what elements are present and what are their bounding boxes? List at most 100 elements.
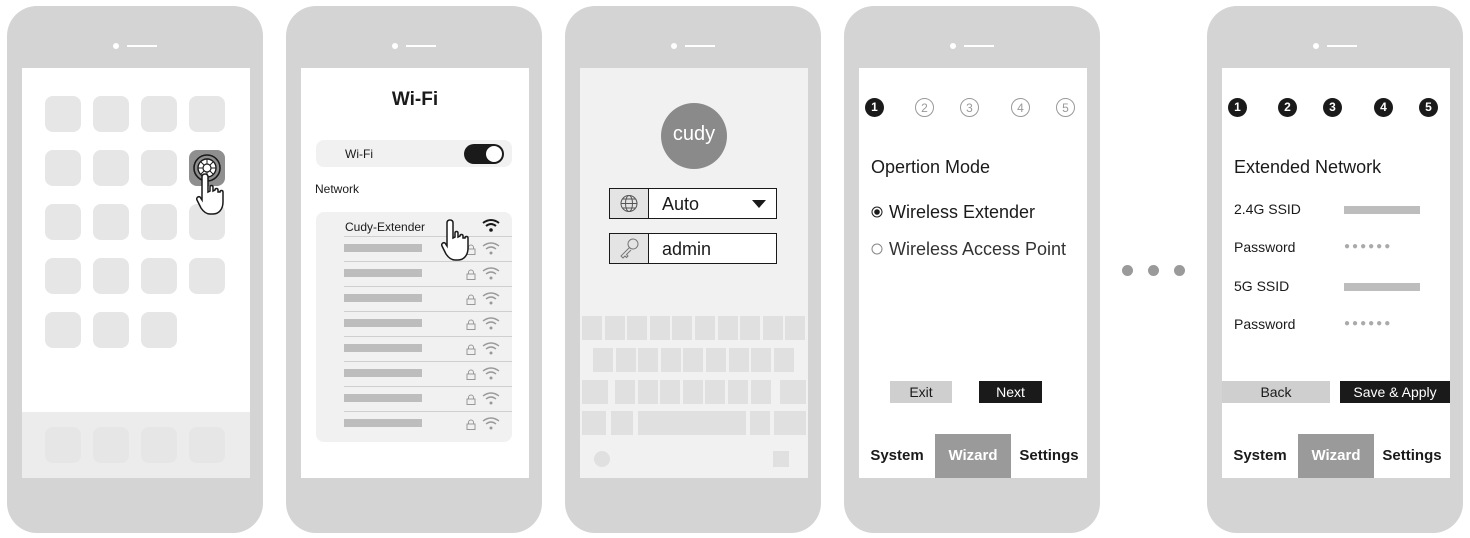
keyboard-key[interactable] xyxy=(780,380,806,404)
keyboard-key[interactable] xyxy=(637,380,658,404)
keyboard-key[interactable] xyxy=(593,348,613,372)
keyboard-key[interactable] xyxy=(638,411,746,435)
network-name-placeholder[interactable] xyxy=(344,344,422,352)
option-wireless-extender[interactable]: Wireless Extender xyxy=(871,202,1035,223)
app-icon[interactable] xyxy=(45,258,81,294)
keyboard-key[interactable] xyxy=(582,316,602,340)
keyboard-key[interactable] xyxy=(638,348,659,372)
password-label: Password xyxy=(1234,316,1296,332)
app-icon[interactable] xyxy=(141,150,177,186)
app-icon[interactable] xyxy=(45,204,81,240)
keyboard-key[interactable] xyxy=(615,348,636,372)
keyboard-key[interactable] xyxy=(740,316,761,340)
app-icon[interactable] xyxy=(45,150,81,186)
keyboard-key[interactable] xyxy=(582,380,608,404)
keyboard-key[interactable] xyxy=(582,411,606,435)
tab-settings[interactable]: Settings xyxy=(1374,434,1450,478)
ellipsis-dot xyxy=(1174,265,1185,276)
keyboard-key[interactable] xyxy=(706,348,726,372)
keyboard-key[interactable] xyxy=(717,316,738,340)
network-name-placeholder[interactable] xyxy=(344,294,422,302)
wifi-signal-icon xyxy=(482,416,500,430)
dock-app-icon[interactable] xyxy=(141,427,177,463)
password-input[interactable]: ●●●●●● xyxy=(1344,318,1392,329)
keyboard-key[interactable] xyxy=(649,316,670,340)
network-list: Cudy-Extender xyxy=(316,212,512,442)
app-icon[interactable] xyxy=(93,150,129,186)
tab-wizard[interactable]: Wizard xyxy=(1298,434,1374,478)
network-name-placeholder[interactable] xyxy=(344,269,422,277)
keyboard-key[interactable] xyxy=(751,348,772,372)
wifi-signal-icon xyxy=(482,391,500,405)
tab-settings[interactable]: Settings xyxy=(1011,434,1087,478)
password-field[interactable]: admin xyxy=(609,233,777,264)
tab-system[interactable]: System xyxy=(1222,434,1298,478)
app-icon[interactable] xyxy=(141,96,177,132)
keyboard-key[interactable] xyxy=(785,316,806,340)
bottom-tabs: System Wizard Settings xyxy=(1222,434,1450,478)
keyboard-key[interactable] xyxy=(762,316,783,340)
ssid-24g-input[interactable] xyxy=(1344,206,1420,214)
keyboard-key[interactable] xyxy=(615,380,635,404)
dock-app-icon[interactable] xyxy=(189,427,225,463)
keyboard-globe-key[interactable] xyxy=(594,451,610,467)
ssid-5g-input[interactable] xyxy=(1344,283,1420,291)
next-button[interactable]: Next xyxy=(979,381,1042,403)
radio-unselected-icon[interactable] xyxy=(871,243,883,255)
back-button[interactable]: Back xyxy=(1222,381,1330,403)
keyboard-key[interactable] xyxy=(773,348,794,372)
app-icon[interactable] xyxy=(141,312,177,348)
keyboard-key[interactable] xyxy=(705,380,726,404)
wifi-toggle-switch[interactable] xyxy=(464,144,504,164)
keyboard-key[interactable] xyxy=(728,380,748,404)
network-name-placeholder[interactable] xyxy=(344,419,422,427)
keyboard-key[interactable] xyxy=(660,380,681,404)
phone-wizard-step5: 1 2 3 4 5 Extended Network 2.4G SSID Pas… xyxy=(1207,6,1463,533)
password-input[interactable]: ●●●●●● xyxy=(1344,241,1392,252)
lock-icon xyxy=(466,392,476,405)
keyboard-key[interactable] xyxy=(682,380,703,404)
tab-wizard[interactable]: Wizard xyxy=(935,434,1011,478)
network-name-placeholder[interactable] xyxy=(344,394,422,402)
phone-wizard-step1: 1 2 3 4 5 Opertion Mode Wireless Extende… xyxy=(844,6,1100,533)
keyboard-key[interactable] xyxy=(750,380,771,404)
app-icon[interactable] xyxy=(93,96,129,132)
app-icon[interactable] xyxy=(189,258,225,294)
dock-app-icon[interactable] xyxy=(45,427,81,463)
wifi-toggle-row[interactable]: Wi-Fi xyxy=(316,140,512,167)
save-apply-button[interactable]: Save & Apply xyxy=(1340,381,1450,403)
keyboard-key[interactable] xyxy=(672,316,693,340)
app-icon[interactable] xyxy=(93,204,129,240)
keyboard-key[interactable] xyxy=(627,316,648,340)
app-icon[interactable] xyxy=(93,312,129,348)
app-icon[interactable] xyxy=(141,204,177,240)
language-select[interactable]: Auto xyxy=(609,188,777,219)
keyboard-key[interactable] xyxy=(728,348,749,372)
camera-speaker xyxy=(392,43,436,49)
keyboard-key[interactable] xyxy=(604,316,625,340)
keyboard-key[interactable] xyxy=(774,411,806,435)
network-name-placeholder[interactable] xyxy=(344,244,422,252)
keyboard-key[interactable] xyxy=(750,411,770,435)
tap-hand-icon xyxy=(441,219,469,261)
app-icon[interactable] xyxy=(189,96,225,132)
tab-system[interactable]: System xyxy=(859,434,935,478)
app-icon[interactable] xyxy=(141,258,177,294)
network-name-placeholder[interactable] xyxy=(344,369,422,377)
network-name-cudy-extender[interactable]: Cudy-Extender xyxy=(345,220,425,234)
keyboard-key[interactable] xyxy=(695,316,715,340)
app-icon[interactable] xyxy=(45,96,81,132)
network-divider xyxy=(344,411,512,412)
keyboard-return-key[interactable] xyxy=(773,451,789,467)
keyboard-key[interactable] xyxy=(683,348,704,372)
network-name-placeholder[interactable] xyxy=(344,319,422,327)
key-icon xyxy=(610,234,649,263)
option-wireless-access-point[interactable]: Wireless Access Point xyxy=(871,239,1066,260)
keyboard-key[interactable] xyxy=(611,411,633,435)
exit-button[interactable]: Exit xyxy=(890,381,952,403)
app-icon[interactable] xyxy=(45,312,81,348)
dock-app-icon[interactable] xyxy=(93,427,129,463)
app-icon[interactable] xyxy=(93,258,129,294)
keyboard-key[interactable] xyxy=(660,348,681,372)
radio-selected-icon[interactable] xyxy=(871,206,883,218)
